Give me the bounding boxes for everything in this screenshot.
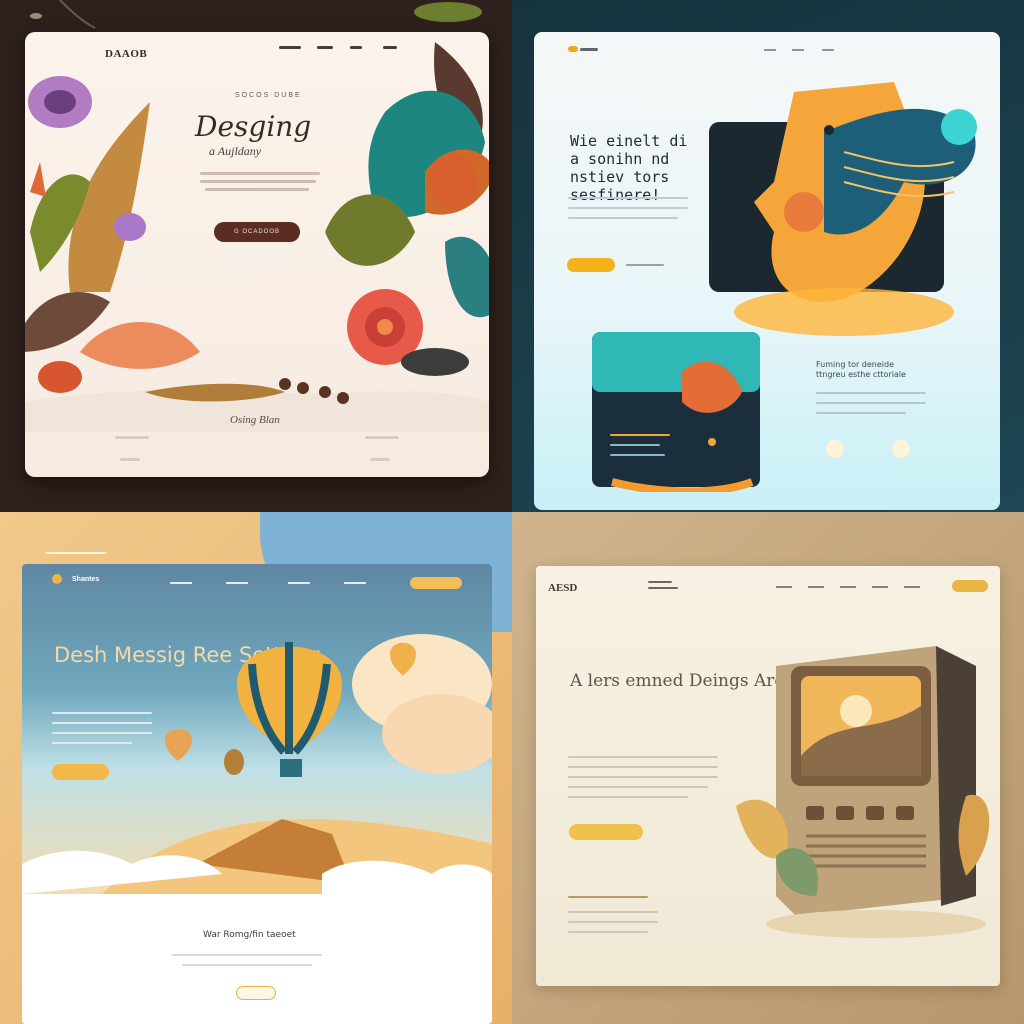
logo-text[interactable] xyxy=(580,48,598,51)
kicker: SOCOS DUBE xyxy=(235,92,302,99)
paragraph-line xyxy=(200,180,316,183)
preview-panel xyxy=(592,332,762,496)
nav-link[interactable] xyxy=(764,49,776,51)
header-cta-button[interactable] xyxy=(952,580,988,592)
landing-card: Wie einelt di a sonihn nd nstiev tors se… xyxy=(534,32,1000,510)
cta-button[interactable] xyxy=(569,824,643,840)
footer-line xyxy=(365,436,399,439)
hero-title: Desging xyxy=(195,110,312,143)
paragraph-line xyxy=(816,392,926,394)
nav-link[interactable] xyxy=(822,49,834,51)
paragraph-line xyxy=(610,454,665,456)
landing-card: AESD A lers emned Deings Areg De geimtge… xyxy=(536,566,1000,986)
paragraph-line xyxy=(568,217,678,219)
paragraph-line xyxy=(200,172,320,175)
section-heading xyxy=(568,896,648,898)
brand-tagline xyxy=(648,581,672,583)
nav-link[interactable] xyxy=(872,586,888,588)
hero-title: Wie einelt di a sonihn nd nstiev tors se… xyxy=(570,132,688,204)
paragraph-line xyxy=(610,444,660,446)
paragraph-line xyxy=(568,207,688,209)
paragraph-line xyxy=(610,434,670,436)
mockup-balloon: Shantes Desh Messig Ree Setteng War Romg… xyxy=(0,512,512,1024)
paragraph-line xyxy=(172,954,322,956)
secondary-link[interactable] xyxy=(626,264,664,266)
nav-link[interactable] xyxy=(904,586,920,588)
paragraph-line xyxy=(816,402,926,404)
paragraph-line xyxy=(568,796,688,798)
retro-machine-illustration xyxy=(736,646,990,938)
top-nav xyxy=(46,552,106,554)
paragraph-line xyxy=(205,188,309,191)
nav-link[interactable] xyxy=(170,582,192,584)
header-cta-button[interactable] xyxy=(410,577,462,589)
load-more-button[interactable] xyxy=(236,986,276,1000)
head-illustration xyxy=(709,82,977,336)
feature-icon xyxy=(826,440,844,458)
nav-link[interactable] xyxy=(776,586,792,588)
nav-link[interactable] xyxy=(808,586,824,588)
footer-line xyxy=(115,436,149,439)
balloon-illustration xyxy=(22,634,492,894)
nav-link[interactable] xyxy=(344,582,366,584)
mockup-retro: AESD A lers emned Deings Areg De geimtge… xyxy=(512,512,1024,1024)
section-heading: War Romg/fin taeoet xyxy=(203,930,296,940)
paragraph-line xyxy=(816,412,906,414)
nav-link[interactable] xyxy=(792,49,804,51)
logo[interactable]: Shantes xyxy=(72,576,99,583)
footer-line xyxy=(370,458,390,461)
nav-link[interactable] xyxy=(279,46,301,49)
paragraph-line xyxy=(568,766,718,768)
mockup-floral: DAAOB SOCOS DUBE Desging a Aujldany G OC… xyxy=(0,0,512,512)
paragraph-line xyxy=(182,964,312,966)
hero: Shantes Desh Messig Ree Setteng xyxy=(22,564,492,894)
logo-mark[interactable] xyxy=(52,574,62,584)
mockup-abstract: Wie einelt di a sonihn nd nstiev tors se… xyxy=(512,0,1024,512)
paragraph-line xyxy=(568,776,718,778)
landing-card: Shantes Desh Messig Ree Setteng War Romg… xyxy=(22,564,492,1024)
paragraph-line xyxy=(568,756,718,758)
section-heading: Fuming tor deneide ttngreu esthe cttoria… xyxy=(816,360,906,379)
paragraph-line xyxy=(568,911,658,913)
cta-button[interactable] xyxy=(567,258,615,272)
cta-button[interactable]: G OCADOOB xyxy=(214,222,300,242)
paragraph-line xyxy=(568,197,688,199)
logo-mark[interactable] xyxy=(568,46,578,52)
nav-link[interactable] xyxy=(288,582,310,584)
signature: Osing Blan xyxy=(230,414,280,426)
logo[interactable]: AESD xyxy=(548,582,577,594)
nav-link[interactable] xyxy=(226,582,248,584)
paragraph-line xyxy=(568,931,648,933)
brand-tagline xyxy=(648,587,678,589)
paragraph-line xyxy=(568,786,708,788)
hero-subtitle: a Aujldany xyxy=(209,144,262,158)
landing-card: DAAOB SOCOS DUBE Desging a Aujldany G OC… xyxy=(25,32,489,477)
paragraph-line xyxy=(568,921,658,923)
feature-icon xyxy=(892,440,910,458)
footer-line xyxy=(120,458,140,461)
nav-link[interactable] xyxy=(840,586,856,588)
